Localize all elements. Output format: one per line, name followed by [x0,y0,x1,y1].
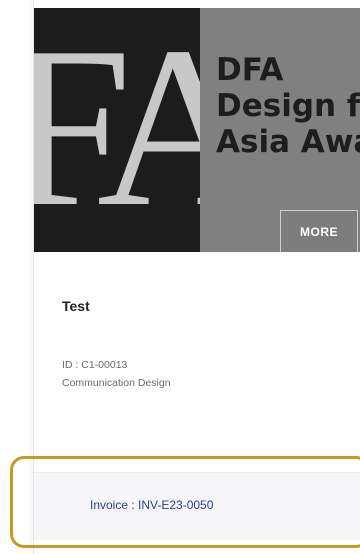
entry-title: Test [62,298,90,314]
dfa-logo: FA [34,8,200,252]
banner-line-3: Asia Awa [216,124,360,160]
entry-id: ID : C1-00013 [62,359,128,371]
entry-category: Communication Design [62,377,171,389]
banner-line-2: Design fo [216,88,360,124]
banner-line-1: DFA [216,52,284,88]
dfa-logo-letters: FA [34,8,200,252]
entry-card: FA DFA Design fo Asia Awa MORE Test ID :… [33,0,360,554]
invoice-link[interactable]: Invoice : INV-E23-0050 [90,498,213,512]
banner-heading: DFA Design fo Asia Awa [216,52,360,160]
more-button[interactable]: MORE [280,210,358,252]
